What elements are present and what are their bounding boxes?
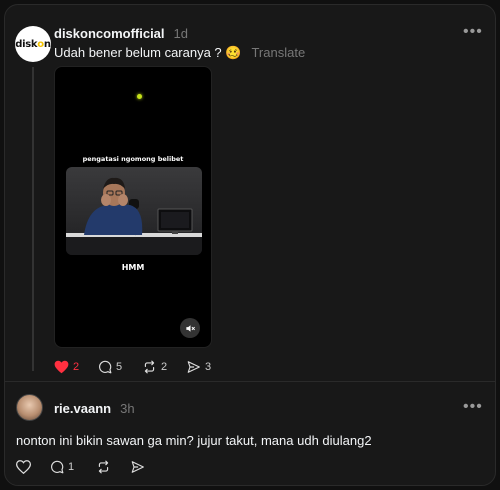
reply-count: 5	[116, 361, 123, 373]
repost-count: 2	[161, 361, 168, 373]
more-options-icon[interactable]: •••	[463, 23, 483, 41]
post-video[interactable]: pengatasi ngomong belibet HMM	[54, 66, 212, 348]
avatar[interactable]: disk o n	[15, 26, 51, 62]
heart-filled-icon	[54, 360, 69, 374]
reply-header: rie.vaann 3h	[54, 401, 135, 416]
reply-time: 3h	[120, 401, 135, 416]
share-button[interactable]: 3	[186, 360, 230, 374]
heart-icon	[16, 460, 31, 474]
reply-repost-button[interactable]	[96, 460, 130, 474]
post-time: 1d	[173, 26, 188, 41]
post-username[interactable]: diskoncomofficial	[54, 26, 165, 41]
reply-share-button[interactable]	[130, 460, 164, 474]
video-scene	[66, 167, 202, 255]
repost-icon	[144, 360, 155, 374]
divider	[5, 381, 495, 382]
thread-line	[32, 67, 34, 371]
like-button[interactable]: 2	[54, 360, 98, 374]
post-text: Udah bener belum caranya ? 🥴	[54, 45, 242, 60]
avatar-text-end: n	[43, 38, 51, 50]
video-scene-illustration	[66, 177, 202, 255]
share-count: 3	[205, 361, 212, 373]
translate-link[interactable]: Translate	[251, 45, 305, 60]
reply-comment-count: 1	[68, 461, 75, 473]
comment-icon	[51, 460, 64, 474]
send-icon	[187, 361, 200, 373]
post-header: diskoncomofficial 1d	[54, 26, 188, 41]
repost-icon	[98, 460, 109, 474]
post-actions: 2 5 2 3	[54, 360, 230, 374]
repost-button[interactable]: 2	[142, 360, 186, 374]
reply-comment-button[interactable]: 1	[50, 460, 96, 474]
post-body: Udah bener belum caranya ? 🥴 Translate	[54, 45, 305, 61]
avatar-text-dot: o	[37, 38, 44, 50]
reply-avatar[interactable]	[16, 394, 43, 421]
reply-button[interactable]: 5	[98, 360, 142, 374]
reply-text: nonton ini bikin sawan ga min? jujur tak…	[16, 433, 372, 448]
send-icon	[131, 461, 144, 473]
reply-like-button[interactable]	[16, 460, 50, 474]
video-caption-top: pengatasi ngomong belibet	[82, 155, 184, 163]
avatar-text-main: disk	[15, 38, 38, 50]
reply-more-options-icon[interactable]: •••	[463, 398, 483, 416]
thread-card: disk o n diskoncomofficial 1d ••• Udah ben…	[4, 4, 496, 486]
indicator-dot	[137, 94, 142, 99]
reply-actions: 1	[16, 460, 164, 474]
video-caption-bottom: HMM	[121, 263, 145, 272]
like-count: 2	[73, 361, 80, 373]
reply-username[interactable]: rie.vaann	[54, 401, 111, 416]
mute-icon[interactable]	[180, 318, 200, 338]
comment-icon	[99, 360, 112, 374]
